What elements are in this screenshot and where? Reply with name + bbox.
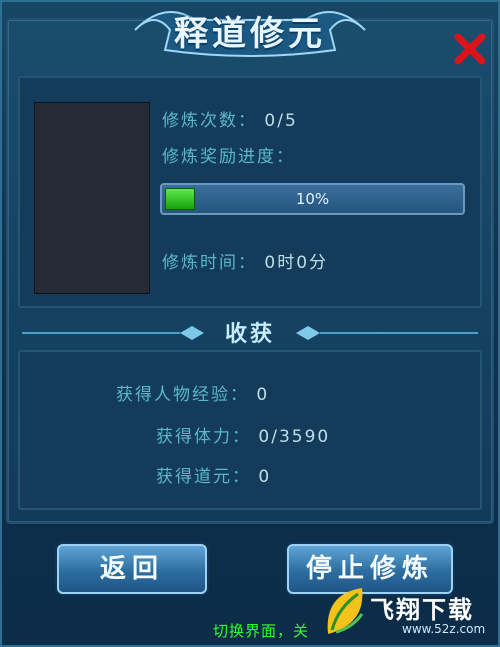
character-portrait [34,102,150,294]
training-count-value: 0/5 [264,111,298,131]
reward-progress-bar: 10% [160,183,465,215]
harvest-exp-label: 获得人物经验： [116,385,249,405]
watermark: 飞翔下载 www.52z.com [322,582,498,644]
harvest-exp-row: 获得人物经验： 0 [116,380,269,405]
harvest-daoyuan-label: 获得道元： [156,467,251,487]
harvest-daoyuan-value: 0 [258,467,272,487]
harvest-title: 收获 [224,322,275,347]
training-count-label: 修炼次数： [162,111,257,131]
training-count-row: 修炼次数： 0/5 [162,106,298,131]
harvest-stamina-label: 获得体力： [156,427,251,447]
training-time-label: 修炼时间： [162,253,257,273]
watermark-brand: 飞翔下载 [370,596,474,624]
training-time-value: 0时0分 [264,253,329,273]
harvest-daoyuan-row: 获得道元： 0 [156,462,271,487]
watermark-url: www.52z.com [402,622,486,636]
leaf-logo-icon [327,588,364,634]
footer-note: 切换界面，关 [213,622,310,640]
harvest-exp-value: 0 [256,385,270,405]
close-x-icon [454,33,486,65]
training-reward-label: 修炼奖励进度： [162,147,295,167]
harvest-stamina-value: 0/3590 [258,427,331,447]
harvest-stamina-row: 获得体力： 0/3590 [156,422,330,447]
window-title: 释道修元 [174,14,326,54]
harvest-header: 收获 [0,316,500,352]
progress-text: 10% [295,190,330,208]
training-time-row: 修炼时间： 0时0分 [162,248,328,273]
title-banner: 释道修元 [125,0,375,62]
close-icon[interactable] [453,32,487,66]
back-button[interactable]: 返回 [57,544,207,594]
